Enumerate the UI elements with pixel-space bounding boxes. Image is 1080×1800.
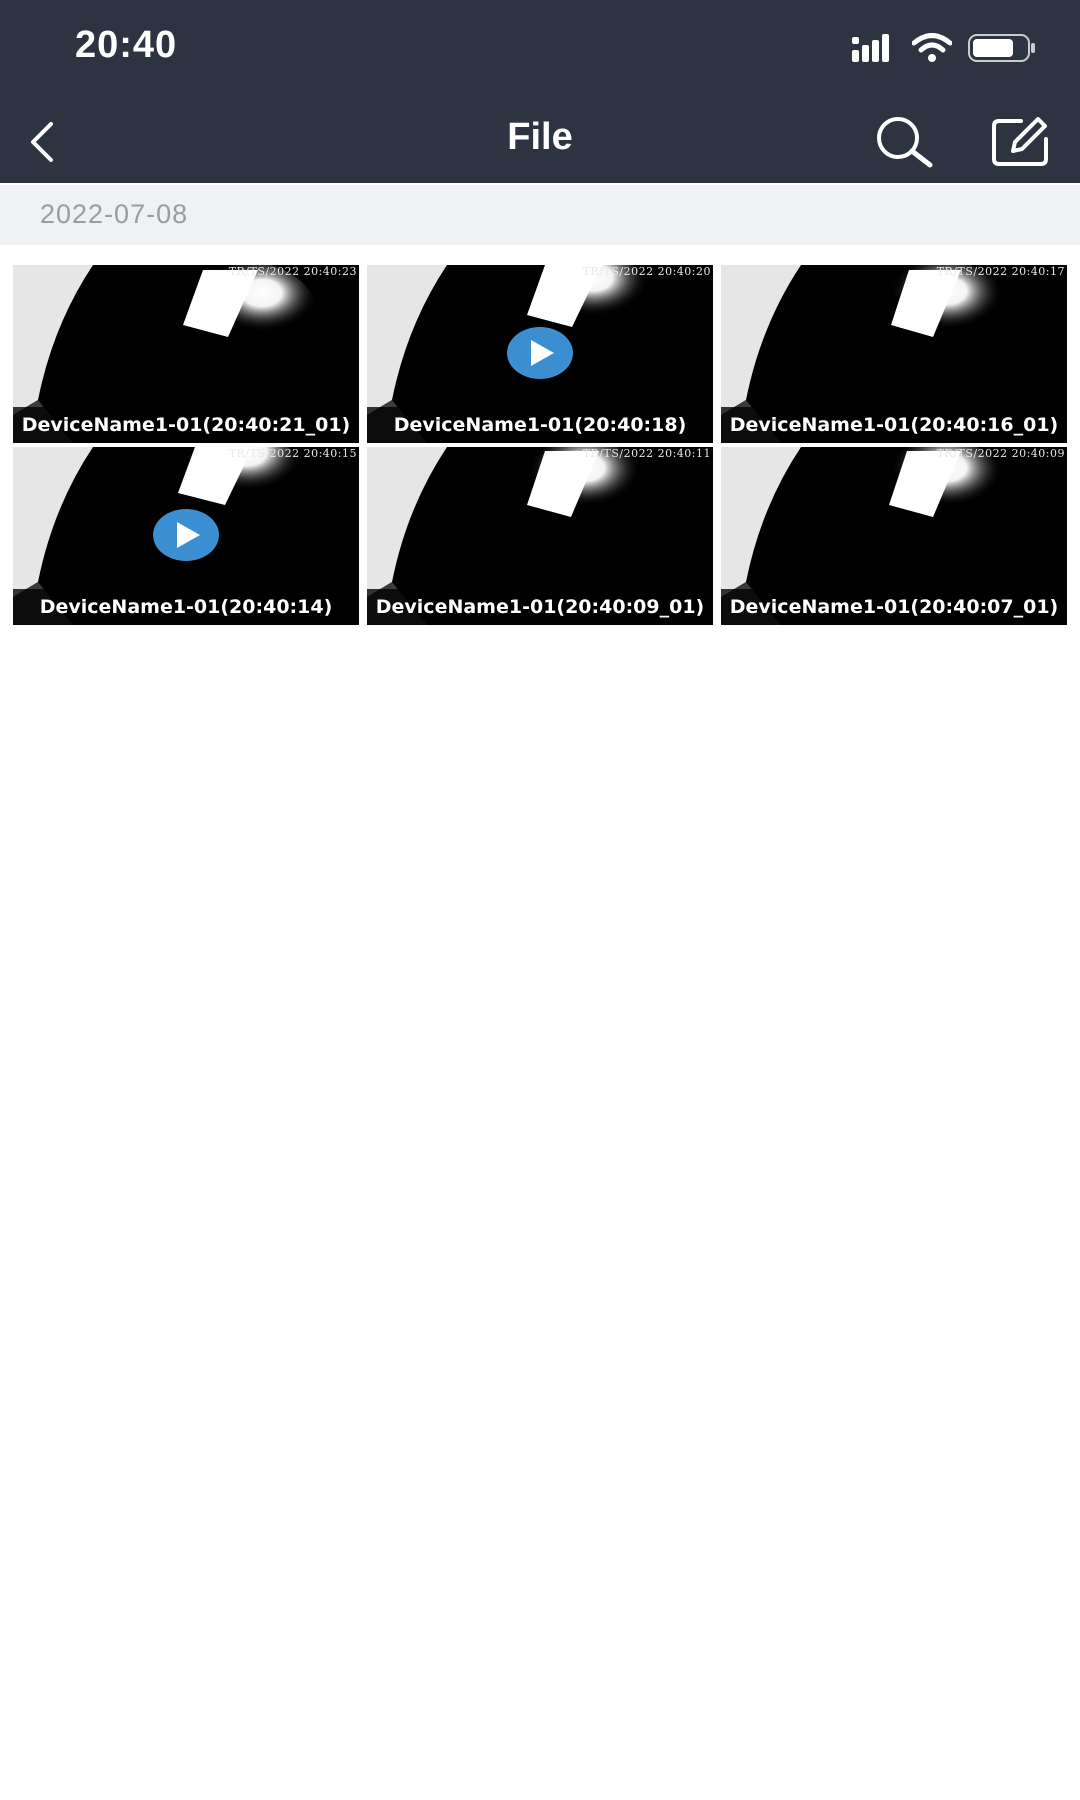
back-button[interactable] [14, 114, 70, 170]
timestamp-overlay: TR/TS/2022 20:40:17 [936, 265, 1065, 278]
timestamp-overlay: TR/TS/2022 20:40:09 [936, 447, 1065, 460]
timestamp-overlay: TR/TS/2022 20:40:15 [228, 447, 357, 460]
edit-button[interactable] [988, 112, 1054, 172]
file-thumbnail[interactable]: TR/TS/2022 20:40:09 DeviceName1-01(20:40… [721, 447, 1067, 625]
file-thumbnail[interactable]: TR/TS/2022 20:40:23 DeviceName1-01(20:40… [13, 265, 359, 443]
date-group-header: 2022-07-08 [0, 185, 1080, 245]
signal-icon [852, 33, 896, 67]
file-thumbnail[interactable]: TR/TS/2022 20:40:20 DeviceName1-01(20:40… [367, 265, 713, 443]
file-thumbnail[interactable]: TR/TS/2022 20:40:11 DeviceName1-01(20:40… [367, 447, 713, 625]
file-caption: DeviceName1-01(20:40:09_01) [367, 589, 713, 625]
date-label: 2022-07-08 [40, 199, 189, 229]
search-button[interactable] [872, 112, 938, 172]
app-header: 20:40 File [0, 0, 1080, 183]
battery-icon [968, 33, 1036, 68]
search-icon [877, 117, 933, 168]
file-caption: DeviceName1-01(20:40:07_01) [721, 589, 1067, 625]
file-thumbnail[interactable]: TR/TS/2022 20:40:17 DeviceName1-01(20:40… [721, 265, 1067, 443]
status-time: 20:40 [75, 24, 178, 66]
file-caption: DeviceName1-01(20:40:21_01) [13, 407, 359, 443]
navbar: File [0, 100, 1080, 183]
timestamp-overlay: TR/TS/2022 20:40:20 [582, 265, 711, 278]
status-icons [852, 28, 1036, 72]
file-caption: DeviceName1-01(20:40:18) [367, 407, 713, 443]
file-thumbnail[interactable]: TR/TS/2022 20:40:15 DeviceName1-01(20:40… [13, 447, 359, 625]
edit-icon [992, 117, 1048, 166]
timestamp-overlay: TR/TS/2022 20:40:23 [228, 265, 357, 278]
play-icon[interactable] [507, 327, 573, 379]
back-icon [31, 122, 53, 162]
file-caption: DeviceName1-01(20:40:14) [13, 589, 359, 625]
timestamp-overlay: TR/TS/2022 20:40:11 [582, 447, 711, 460]
wifi-icon [911, 32, 953, 68]
play-icon[interactable] [153, 509, 219, 561]
file-caption: DeviceName1-01(20:40:16_01) [721, 407, 1067, 443]
